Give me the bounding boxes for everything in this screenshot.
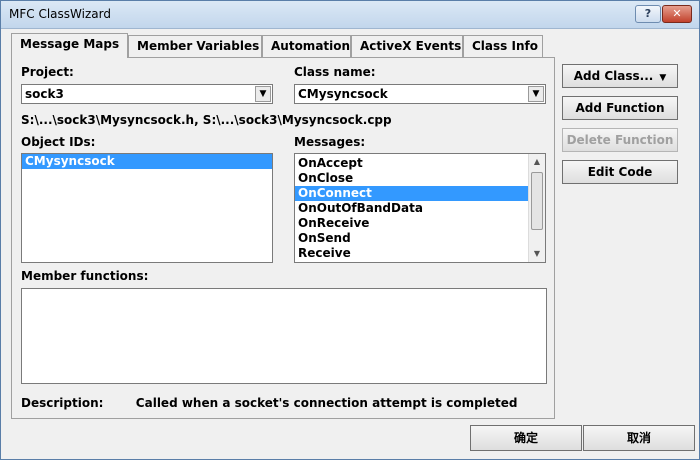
messages-label: Messages: (294, 135, 366, 149)
chevron-down-icon[interactable]: ▼ (528, 86, 544, 102)
messages-scrollbar[interactable]: ▲ ▼ (528, 154, 545, 262)
ok-button[interactable]: 确定 (470, 425, 582, 451)
tab-class-info[interactable]: Class Info (463, 35, 543, 57)
classwizard-window: MFC ClassWizard ? ✕ Message Maps Member … (0, 0, 700, 460)
project-label: Project: (21, 65, 74, 79)
list-item[interactable]: OnConnect (295, 186, 528, 201)
list-item[interactable]: CMysyncsock (22, 154, 272, 169)
list-item[interactable]: OnOutOfBandData (295, 201, 545, 216)
list-item[interactable]: Receive (295, 246, 545, 261)
cancel-button[interactable]: 取消 (583, 425, 695, 451)
tab-automation[interactable]: Automation (262, 35, 351, 57)
close-button[interactable]: ✕ (662, 5, 692, 23)
add-class-label: Add Class... (573, 69, 654, 83)
file-path-text: S:\...\sock3\Mysyncsock.h, S:\...\sock3\… (21, 113, 392, 127)
chevron-down-icon: ▼ (659, 73, 667, 83)
list-item[interactable]: OnClose (295, 171, 545, 186)
title-bar[interactable]: MFC ClassWizard ? ✕ (1, 1, 699, 29)
class-name-label: Class name: (294, 65, 376, 79)
scroll-thumb[interactable] (531, 172, 543, 230)
tab-activex-events[interactable]: ActiveX Events (351, 35, 463, 57)
project-value: sock3 (25, 87, 64, 101)
tab-message-maps[interactable]: Message Maps (11, 33, 128, 58)
object-ids-label: Object IDs: (21, 135, 96, 149)
add-class-button[interactable]: Add Class... ▼ (562, 64, 678, 88)
description-label: Description: (21, 396, 104, 410)
messages-items: OnAccept OnClose OnConnect OnOutOfBandDa… (295, 154, 545, 261)
list-item[interactable]: OnReceive (295, 216, 545, 231)
member-functions-label: Member functions: (21, 269, 149, 283)
scroll-up-icon[interactable]: ▲ (529, 154, 545, 170)
description-row: Description: Called when a socket's conn… (21, 396, 517, 410)
window-title: MFC ClassWizard (9, 7, 111, 21)
description-text: Called when a socket's connection attemp… (135, 396, 518, 410)
class-name-combo[interactable]: CMysyncsock ▼ (294, 84, 546, 104)
scroll-down-icon[interactable]: ▼ (529, 246, 545, 262)
delete-function-button[interactable]: Delete Function (562, 128, 678, 152)
add-function-button[interactable]: Add Function (562, 96, 678, 120)
messages-list[interactable]: OnAccept OnClose OnConnect OnOutOfBandDa… (294, 153, 546, 263)
member-functions-list[interactable] (21, 288, 547, 384)
tab-member-variables[interactable]: Member Variables (128, 35, 262, 57)
class-name-value: CMysyncsock (298, 87, 388, 101)
chevron-down-icon[interactable]: ▼ (255, 86, 271, 102)
object-ids-list[interactable]: CMysyncsock (21, 153, 273, 263)
project-combo[interactable]: sock3 ▼ (21, 84, 273, 104)
list-item[interactable]: OnAccept (295, 156, 545, 171)
help-button[interactable]: ? (635, 5, 661, 23)
edit-code-button[interactable]: Edit Code (562, 160, 678, 184)
list-item[interactable]: OnSend (295, 231, 545, 246)
